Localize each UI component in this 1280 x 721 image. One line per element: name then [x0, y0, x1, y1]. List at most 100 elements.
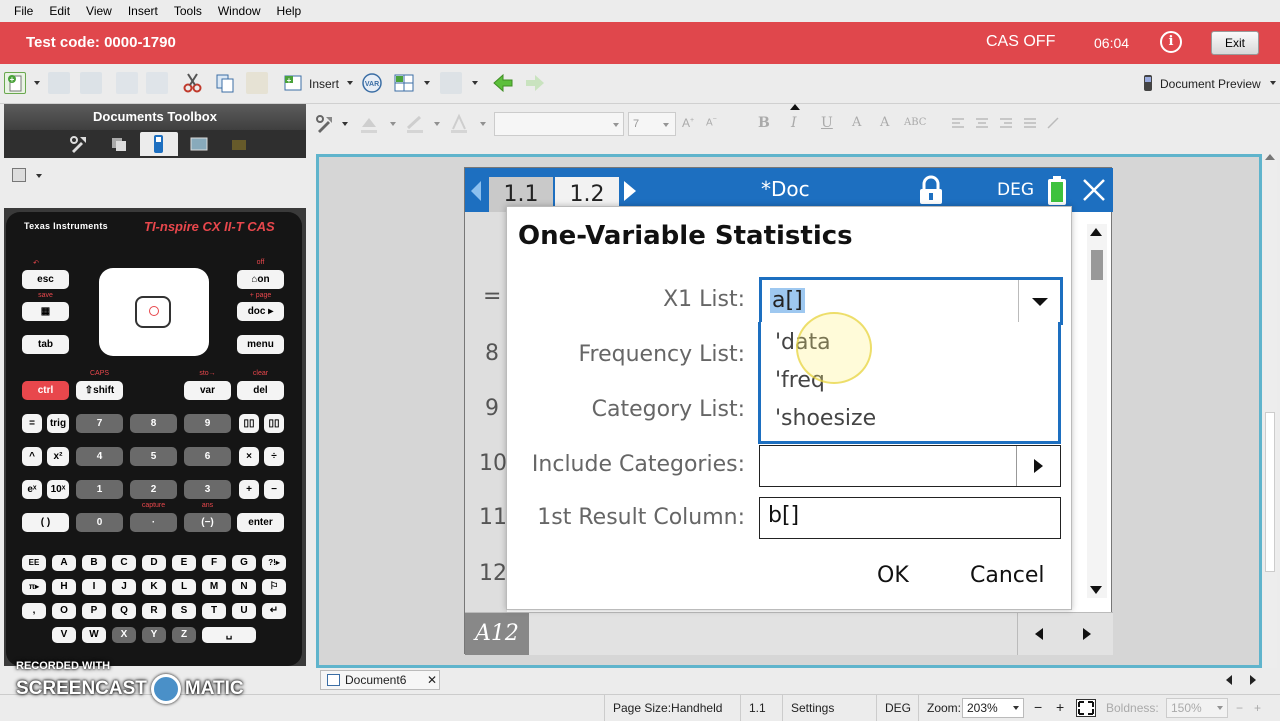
- tools-icon[interactable]: [314, 113, 336, 135]
- include-categories-field[interactable]: [759, 445, 1061, 487]
- page-layout-icon[interactable]: [393, 72, 415, 94]
- view-options-icon[interactable]: [12, 168, 26, 182]
- menu-window[interactable]: Window: [210, 0, 269, 22]
- key-multiply[interactable]: ×: [239, 447, 259, 466]
- key-parentheses[interactable]: ( ): [22, 513, 69, 532]
- menu-tools[interactable]: Tools: [166, 0, 210, 22]
- key-k[interactable]: K: [142, 579, 166, 595]
- key-shift[interactable]: ⇧shift: [76, 381, 123, 400]
- chevron-down-icon[interactable]: [424, 81, 430, 85]
- key-flag[interactable]: ⚐: [262, 579, 286, 595]
- key-z[interactable]: Z: [172, 627, 196, 643]
- document-preview-dropdown[interactable]: Document Preview: [1160, 77, 1261, 91]
- key-c[interactable]: C: [112, 555, 136, 571]
- scroll-up-icon[interactable]: [1090, 228, 1102, 236]
- key-s[interactable]: S: [172, 603, 196, 619]
- key-templates[interactable]: ▯▯: [239, 414, 259, 433]
- new-document-icon[interactable]: +: [4, 72, 26, 94]
- variables-icon[interactable]: VAR: [361, 72, 383, 94]
- key-6[interactable]: 6: [184, 447, 231, 466]
- chevron-down-icon[interactable]: [472, 81, 478, 85]
- key-ten-power[interactable]: 10ˣ: [47, 480, 69, 499]
- key-x[interactable]: X: [112, 627, 136, 643]
- key-return[interactable]: ↵: [262, 603, 286, 619]
- key-y[interactable]: Y: [142, 627, 166, 643]
- key-4[interactable]: 4: [76, 447, 123, 466]
- key-8[interactable]: 8: [130, 414, 177, 433]
- page-sorter-icon[interactable]: [100, 132, 138, 156]
- arrow-left-icon[interactable]: [1035, 628, 1043, 640]
- key-1[interactable]: 1: [76, 480, 123, 499]
- key-3[interactable]: 3: [184, 480, 231, 499]
- zoom-select[interactable]: 203%: [962, 698, 1024, 718]
- settings-button[interactable]: Settings: [782, 695, 842, 721]
- touchpad[interactable]: [99, 268, 209, 356]
- copy-icon[interactable]: [214, 72, 236, 94]
- key-q[interactable]: Q: [112, 603, 136, 619]
- chevron-down-icon[interactable]: [342, 122, 348, 126]
- menu-help[interactable]: Help: [269, 0, 310, 22]
- fit-to-window-icon[interactable]: [1076, 699, 1096, 717]
- key-f[interactable]: F: [202, 555, 226, 571]
- key-pi[interactable]: π▸: [22, 579, 46, 595]
- tab-scroll-left-icon[interactable]: [1226, 675, 1232, 685]
- key-p[interactable]: P: [82, 603, 106, 619]
- emulator-tab-icon[interactable]: [140, 132, 178, 156]
- info-icon[interactable]: i: [1160, 31, 1182, 53]
- key-n[interactable]: N: [232, 579, 256, 595]
- chevron-down-icon[interactable]: [34, 81, 40, 85]
- key-g[interactable]: G: [232, 555, 256, 571]
- key-j[interactable]: J: [112, 579, 136, 595]
- chevron-down-icon[interactable]: [36, 174, 42, 178]
- key-var[interactable]: var: [184, 381, 231, 400]
- key-punctuation[interactable]: ?!▸: [262, 555, 286, 571]
- key-a[interactable]: A: [52, 555, 76, 571]
- key-d[interactable]: D: [142, 555, 166, 571]
- key-scratchpad[interactable]: ▦: [22, 302, 69, 321]
- content-explorer-icon[interactable]: [180, 132, 218, 156]
- exit-button[interactable]: Exit: [1211, 31, 1259, 55]
- key-9[interactable]: 9: [184, 414, 231, 433]
- document-tab[interactable]: Document6 ✕: [320, 670, 440, 690]
- key-ctrl[interactable]: ctrl: [22, 381, 69, 400]
- key-m[interactable]: M: [202, 579, 226, 595]
- arrow-right-icon[interactable]: [1083, 628, 1091, 640]
- key-2[interactable]: 2: [130, 480, 177, 499]
- font-size-select[interactable]: 7: [628, 112, 676, 136]
- key-v[interactable]: V: [52, 627, 76, 643]
- key-enter[interactable]: enter: [237, 513, 284, 532]
- zoom-out-button[interactable]: −: [1034, 699, 1042, 715]
- page-size-status[interactable]: Page Size:Handheld: [604, 695, 730, 721]
- menu-view[interactable]: View: [78, 0, 120, 22]
- insert-page-icon[interactable]: +: [282, 72, 304, 94]
- chevron-down-icon[interactable]: [347, 81, 353, 85]
- key-o[interactable]: O: [52, 603, 76, 619]
- key-5[interactable]: 5: [130, 447, 177, 466]
- key-esc[interactable]: esc: [22, 270, 69, 289]
- key-catalog[interactable]: ▯▯: [264, 414, 284, 433]
- chevron-down-icon[interactable]: [1270, 81, 1276, 85]
- key-0[interactable]: 0: [76, 513, 123, 532]
- scroll-up-icon[interactable]: [1265, 154, 1275, 160]
- scroll-thumb[interactable]: [1265, 412, 1275, 572]
- key-tab[interactable]: tab: [22, 335, 69, 354]
- collapse-toolbar-icon[interactable]: [790, 104, 800, 110]
- key-u[interactable]: U: [232, 603, 256, 619]
- key-divide[interactable]: ÷: [264, 447, 284, 466]
- key-equals[interactable]: =: [22, 414, 42, 433]
- tools-icon[interactable]: [60, 132, 98, 156]
- scroll-down-icon[interactable]: [1090, 586, 1102, 594]
- key-menu[interactable]: menu: [237, 335, 284, 354]
- key-doc[interactable]: doc ▸: [237, 302, 284, 321]
- key-r[interactable]: R: [142, 603, 166, 619]
- utilities-icon[interactable]: [220, 132, 258, 156]
- key-ee[interactable]: EE: [22, 555, 46, 571]
- ok-button[interactable]: OK: [877, 563, 909, 588]
- close-icon[interactable]: ✕: [427, 671, 437, 689]
- tab-scroll-right-icon[interactable]: [1250, 675, 1256, 685]
- key-exp[interactable]: eˣ: [22, 480, 42, 499]
- handheld-preview-icon[interactable]: [1142, 72, 1154, 94]
- font-family-select[interactable]: [494, 112, 624, 136]
- previous-page-icon[interactable]: [492, 72, 514, 94]
- menu-edit[interactable]: Edit: [41, 0, 78, 22]
